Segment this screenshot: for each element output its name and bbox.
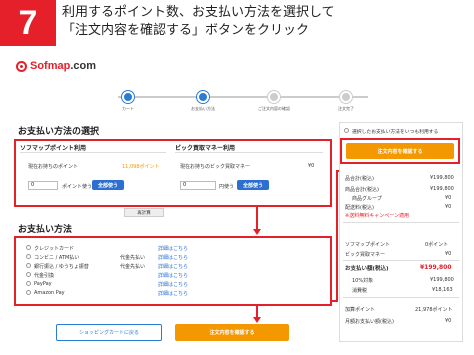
arrow-down-icon <box>253 317 261 323</box>
payment-option-detail-link[interactable]: 詳細はこちら <box>158 245 188 252</box>
divider <box>175 152 323 153</box>
divider <box>343 297 459 298</box>
payment-option-label: 銀行振込 / ゆうちょ振替 <box>34 264 89 270</box>
sofmap-points-title: ソフマップポイント利用 <box>20 145 87 152</box>
bic-money-holding-value: ¥0 <box>308 163 315 169</box>
radio-credit-card[interactable] <box>26 245 31 250</box>
step-instruction: 利用するポイント数、お支払い方法を選択して 「注文内容を確認する」ボタンをクリッ… <box>62 4 335 40</box>
sofmap-logo-icon <box>16 60 27 72</box>
summary-row-value: 21,978ポイント <box>415 307 453 313</box>
back-to-cart-button[interactable]: ショッピングカートに戻る <box>56 324 162 341</box>
arrow-down-icon <box>253 229 261 235</box>
payment-option-detail-link[interactable]: 詳細はこちら <box>158 263 188 270</box>
remember-payment-checkbox[interactable] <box>344 128 349 133</box>
sofmap-logo[interactable]: Sofmap.com <box>16 60 96 72</box>
side-confirm-order-button[interactable]: 注文内容を確認する <box>346 143 454 159</box>
summary-row-value: ¥0 <box>445 251 452 257</box>
bic-money-title: ビック買取マネー利用 <box>175 145 236 152</box>
summary-row-label: 消費税 <box>352 288 368 294</box>
step-instruction-line1: 利用するポイント数、お支払い方法を選択して <box>62 5 335 20</box>
divider <box>343 260 459 261</box>
summary-row-value: ¥199,800 <box>430 186 454 192</box>
payment-option-fee: 代金先払い <box>120 264 146 270</box>
progress-label-complete: 注文完了 <box>338 106 354 111</box>
summary-row-label: 商品グループ <box>352 196 382 202</box>
progress-step-cart <box>122 91 134 103</box>
arrow-connector <box>336 172 338 302</box>
arrow-connector <box>256 207 258 230</box>
summary-row-label: 月額お支払い額(税込) <box>345 319 394 325</box>
summary-row-label: ソフマップポイント <box>345 242 391 248</box>
summary-row-label: 配送料(税込) <box>345 205 374 211</box>
confirm-order-button[interactable]: 注文内容を確認する <box>175 324 289 341</box>
progress-label-confirm: ご注文内容の確認 <box>258 106 290 111</box>
bic-money-input[interactable]: 0 <box>180 181 216 190</box>
payment-select-title: お支払い方法の選択 <box>18 127 100 137</box>
payment-option-detail-link[interactable]: 詳細はこちら <box>158 254 188 261</box>
summary-row-value: 0ポイント <box>425 242 449 248</box>
payment-option-label: Amazon Pay <box>34 290 65 296</box>
logo-brand: Sofmap <box>30 60 71 72</box>
divider <box>343 222 459 223</box>
radio-bank-transfer[interactable] <box>26 263 31 268</box>
summary-free-shipping-note: ※送料無料キャンペーン適用 <box>345 213 409 219</box>
summary-row-value: ¥199,800 <box>430 175 454 181</box>
divider <box>20 152 166 153</box>
payment-option-detail-link[interactable]: 詳細はこちら <box>158 272 188 279</box>
remember-payment-label: 選択したお支払い方法をいつも利用する <box>352 130 439 135</box>
sofmap-points-holding-label: 現在お持ちのポイント <box>28 164 79 170</box>
summary-row-value: ¥199,800 <box>430 277 454 283</box>
payment-method-title: お支払い方法 <box>18 225 73 235</box>
payment-option-detail-link[interactable]: 詳細はこちら <box>158 281 188 288</box>
summary-row-value: ¥0 <box>445 195 452 201</box>
progress-label-cart: カート <box>122 106 134 111</box>
recalculate-button[interactable]: 再計算 <box>124 208 164 217</box>
payment-option-label: 代金引換 <box>34 273 55 279</box>
sofmap-points-use-all-button[interactable]: 全部使う <box>92 180 124 190</box>
sofmap-points-unit: ポイント使う <box>62 184 93 190</box>
payment-option-label: PayPay <box>34 281 52 287</box>
summary-row-label: 品合計(税込) <box>345 176 374 182</box>
progress-label-payment: お支払い方法 <box>191 106 215 111</box>
payment-option-fee: 代金先払い <box>120 255 146 261</box>
progress-step-complete <box>340 91 352 103</box>
summary-row-label: 加算ポイント <box>345 307 376 313</box>
radio-cash-on-delivery[interactable] <box>26 272 31 277</box>
step-number-badge: 7 <box>0 0 56 46</box>
bic-money-use-all-button[interactable]: 全部使う <box>237 180 269 190</box>
progress-step-confirm <box>268 91 280 103</box>
summary-total-value: ¥199,800 <box>420 264 452 271</box>
payment-option-label: クレジットカード <box>34 246 75 252</box>
summary-total-label: お支払い額(税込) <box>345 266 389 272</box>
sofmap-points-holding-value: 11,098ポイント <box>122 164 160 170</box>
sofmap-points-input[interactable]: 0 <box>28 181 58 190</box>
radio-convenience-store[interactable] <box>26 254 31 259</box>
summary-row-label: ビック買取マネー <box>345 252 386 258</box>
progress-step-payment <box>197 91 209 103</box>
summary-row-label: 商品合計(税込) <box>345 187 379 193</box>
summary-row-label: 10%対象 <box>352 278 374 284</box>
radio-paypay[interactable] <box>26 281 31 286</box>
checkout-progress-line <box>118 96 368 98</box>
payment-option-detail-link[interactable]: 詳細はこちら <box>158 290 188 297</box>
summary-row-value: ¥18,163 <box>432 287 453 293</box>
summary-row-value: ¥0 <box>445 318 452 324</box>
summary-row-value: ¥0 <box>445 204 452 210</box>
logo-suffix: .com <box>70 60 97 72</box>
step-instruction-line2: 「注文内容を確認する」ボタンをクリック <box>62 23 310 38</box>
payment-option-label: コンビニ / ATM払い <box>34 255 80 261</box>
radio-amazon-pay[interactable] <box>26 290 31 295</box>
bic-money-holding-label: 現在お持ちのビック買取マネー <box>180 164 251 170</box>
bic-money-unit: 円使う <box>219 184 235 190</box>
